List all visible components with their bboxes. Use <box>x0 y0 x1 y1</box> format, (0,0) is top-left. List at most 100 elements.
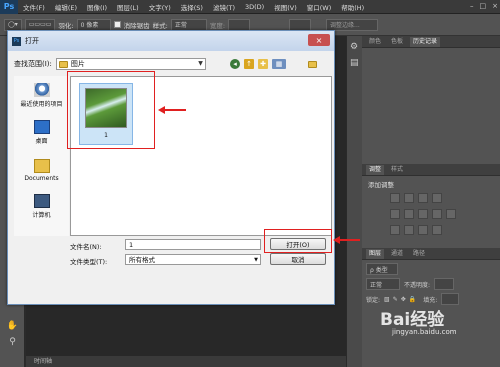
menu-3d[interactable]: 3D(D) <box>240 3 269 11</box>
view-menu-icon[interactable]: ▦ <box>272 59 286 69</box>
up-folder-icon[interactable]: ↑ <box>244 59 254 69</box>
vibrance-icon[interactable] <box>390 209 400 219</box>
height-input[interactable] <box>289 18 312 31</box>
chevron-down-icon: ▼ <box>198 60 203 67</box>
selection-mode-icon[interactable]: ▭▭▭▭ <box>24 18 56 31</box>
feather-label: 羽化: <box>58 21 74 30</box>
places-bar: 最近使用的项目 桌面 Documents 计算机 <box>14 76 69 236</box>
cancel-button[interactable]: 取消 <box>270 253 326 265</box>
invert-icon[interactable] <box>390 225 400 235</box>
menu-file[interactable]: 文件(F) <box>18 2 50 12</box>
fill-input[interactable] <box>441 293 460 305</box>
place-label: Documents <box>24 175 59 182</box>
minimize-icon[interactable]: – <box>470 2 474 10</box>
lookin-value: 图片 <box>70 60 85 68</box>
levels-icon[interactable] <box>404 193 414 203</box>
close-icon[interactable]: × <box>492 2 498 10</box>
watermark-url: jingyan.baidu.com <box>392 328 457 336</box>
curves-icon[interactable] <box>418 193 428 203</box>
fill-label: 填充: <box>423 296 438 304</box>
width-label: 宽度: <box>209 21 226 30</box>
open-dialog: Ps 打开 × 查找范围(I): 图片 ▼ ◂ ↑ ✚ ▦ 最近使用的项目 桌面… <box>7 30 335 305</box>
antialias-checkbox[interactable] <box>113 21 121 28</box>
filetype-value: 所有格式 <box>129 256 155 264</box>
place-documents[interactable]: Documents <box>14 150 69 183</box>
color-balance-icon[interactable] <box>418 209 428 219</box>
lock-icons[interactable]: ▧✎✥🔒 <box>384 296 419 303</box>
layer-panel-tabs: 图层 通道 路径 <box>362 248 500 260</box>
posterize-icon[interactable] <box>404 225 414 235</box>
place-desktop[interactable]: 桌面 <box>14 113 69 146</box>
menu-view[interactable]: 视图(V) <box>269 2 302 12</box>
tab-adjustments[interactable]: 调整 <box>366 165 385 175</box>
exposure-icon[interactable] <box>432 193 442 203</box>
filetype-select[interactable]: 所有格式 ▼ <box>125 254 261 265</box>
photo-filter-icon[interactable] <box>446 209 456 219</box>
antialias-label: 消除锯齿 <box>123 21 150 30</box>
filename-input[interactable]: 1 <box>125 239 261 250</box>
new-folder-icon[interactable]: ✚ <box>258 59 268 69</box>
filename-label: 文件名(N): <box>70 243 102 251</box>
dialog-close-button[interactable]: × <box>308 34 330 46</box>
tab-channels[interactable]: 通道 <box>388 249 406 259</box>
menu-image[interactable]: 图像(I) <box>82 2 112 12</box>
marquee-tool-icon[interactable]: ◯▾ <box>4 18 22 31</box>
computer-icon <box>33 194 50 208</box>
arrow-left-icon <box>333 236 340 244</box>
style-select[interactable]: 正常 <box>170 18 207 31</box>
hue-icon[interactable] <box>404 209 414 219</box>
menu-bar: Ps 文件(F) 编辑(E) 图像(I) 图层(L) 文字(Y) 选择(S) 滤… <box>0 0 500 14</box>
history-icon[interactable]: ⚙ <box>350 42 359 52</box>
feather-input[interactable]: 0 像素 <box>76 18 111 31</box>
dialog-title: 打开 <box>25 37 39 45</box>
tab-layers[interactable]: 图层 <box>366 249 385 259</box>
dialog-titlebar: Ps 打开 <box>8 31 334 51</box>
maximize-icon[interactable]: □ <box>480 2 487 10</box>
menu-type[interactable]: 文字(Y) <box>144 2 176 12</box>
lock-label: 锁定: <box>366 296 381 304</box>
hand-tool-icon[interactable]: ✋ <box>0 318 25 334</box>
chevron-down-icon: ▼ <box>254 257 258 263</box>
threshold-icon[interactable] <box>418 225 428 235</box>
menu-select[interactable]: 选择(S) <box>176 2 208 12</box>
menu-filter[interactable]: 滤镜(T) <box>208 2 240 12</box>
place-label: 最近使用的项目 <box>20 101 63 108</box>
width-input[interactable] <box>228 18 251 31</box>
folder-open-icon[interactable] <box>308 61 317 68</box>
place-computer[interactable]: 计算机 <box>14 187 69 220</box>
blend-mode-select[interactable]: 正常 <box>366 278 400 290</box>
opacity-input[interactable] <box>434 278 455 290</box>
menu-edit[interactable]: 编辑(E) <box>50 2 82 12</box>
brightness-icon[interactable] <box>390 193 400 203</box>
timeline-bar: 时间轴 <box>26 356 346 367</box>
tab-styles[interactable]: 样式 <box>388 165 406 175</box>
menu-layer[interactable]: 图层(L) <box>112 2 144 12</box>
arrow-left-icon <box>158 106 165 114</box>
gradient-map-icon[interactable] <box>432 225 442 235</box>
tab-history[interactable]: 历史记录 <box>410 37 441 47</box>
adjustments-panel: 添加调整 <box>362 176 500 238</box>
adjust-panel-tabs: 调整 样式 <box>362 164 500 176</box>
bw-icon[interactable] <box>432 209 442 219</box>
layer-kind-select[interactable]: ρ 类型 <box>366 263 398 275</box>
lookin-select[interactable]: 图片 ▼ <box>55 58 206 70</box>
watermark: Bai经验 <box>380 310 445 330</box>
dialog-nav-icons: ◂ ↑ ✚ ▦ <box>230 59 286 69</box>
menu-window[interactable]: 窗口(W) <box>302 2 337 12</box>
panel-icon-strip: ⚙ ▤ <box>346 36 362 367</box>
recent-icon <box>33 83 50 97</box>
tab-swatches[interactable]: 色板 <box>388 37 406 47</box>
desktop-icon <box>33 120 50 134</box>
brush-preset-icon[interactable]: ▤ <box>350 58 359 68</box>
tab-paths[interactable]: 路径 <box>410 249 428 259</box>
lookin-label: 查找范围(I): <box>14 60 52 68</box>
tab-color[interactable]: 颜色 <box>366 37 384 47</box>
place-label: 计算机 <box>32 212 51 219</box>
place-recent[interactable]: 最近使用的项目 <box>14 76 69 109</box>
back-icon[interactable]: ◂ <box>230 59 240 69</box>
history-panel <box>362 48 500 164</box>
zoom-tool-icon[interactable]: ⚲ <box>0 334 25 350</box>
opacity-label: 不透明度: <box>404 281 431 289</box>
menu-help[interactable]: 帮助(H) <box>336 2 369 12</box>
refine-edge-button[interactable]: 调整边缘... <box>326 18 379 31</box>
